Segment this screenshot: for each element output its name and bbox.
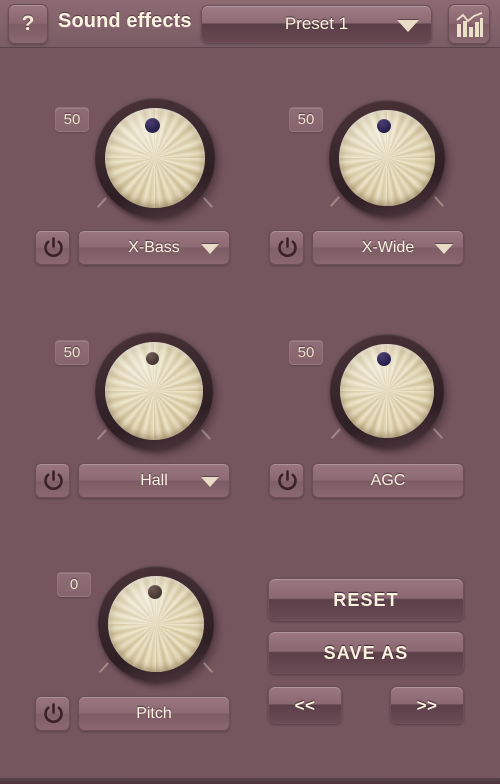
save-as-button-label: SAVE AS bbox=[323, 643, 409, 663]
chevron-down-icon bbox=[397, 20, 419, 32]
reset-button[interactable]: RESET bbox=[268, 578, 464, 621]
value-badge: 50 bbox=[289, 340, 323, 365]
knob-indicator-dot bbox=[148, 585, 162, 599]
power-toggle-pitch[interactable] bbox=[35, 696, 70, 731]
knob-tick-left bbox=[96, 197, 108, 208]
power-toggle-x-bass[interactable] bbox=[35, 230, 70, 265]
effect-name: AGC bbox=[370, 472, 406, 489]
knob-x-bass[interactable] bbox=[95, 98, 221, 224]
effect-select-agc[interactable]: AGC bbox=[312, 463, 464, 498]
effect-select-pitch[interactable]: Pitch bbox=[78, 696, 230, 731]
preset-dropdown[interactable]: Preset 1 bbox=[201, 5, 432, 43]
knob-pitch[interactable] bbox=[98, 566, 220, 688]
bottom-edge-strip bbox=[0, 778, 500, 784]
next-preset-label: >> bbox=[416, 696, 438, 715]
value-badge: 50 bbox=[55, 340, 89, 365]
page-title: Sound effects bbox=[58, 10, 192, 32]
value-badge: 50 bbox=[289, 107, 323, 132]
equalizer-button[interactable] bbox=[448, 4, 490, 44]
equalizer-chart-icon bbox=[456, 12, 483, 37]
previous-preset-label: << bbox=[294, 696, 316, 715]
effect-select-hall[interactable]: Hall bbox=[78, 463, 230, 498]
knob-indicator-dot bbox=[145, 118, 160, 133]
effect-name: Pitch bbox=[136, 705, 172, 722]
help-button[interactable]: ? bbox=[8, 4, 48, 44]
knob-indicator-dot bbox=[377, 352, 391, 366]
knob-indicator-dot bbox=[377, 119, 391, 133]
power-icon bbox=[44, 237, 63, 258]
knob-tick-left bbox=[98, 662, 110, 673]
power-icon bbox=[44, 470, 63, 491]
power-toggle-agc[interactable] bbox=[269, 463, 304, 498]
knob-hall[interactable] bbox=[95, 332, 219, 456]
chevron-down-icon bbox=[435, 244, 453, 254]
power-icon bbox=[278, 237, 297, 258]
next-preset-button[interactable]: >> bbox=[390, 686, 464, 724]
value-badge: 50 bbox=[55, 107, 89, 132]
knob-indicator-dot bbox=[146, 352, 159, 365]
reset-button-label: RESET bbox=[333, 590, 399, 610]
chevron-down-icon bbox=[201, 477, 219, 487]
knob-tick-left bbox=[96, 429, 108, 440]
question-mark-icon: ? bbox=[21, 12, 35, 35]
knob-agc[interactable] bbox=[330, 334, 450, 454]
knob-tick-left bbox=[329, 196, 341, 207]
value-badge: 0 bbox=[57, 572, 91, 597]
knob-tick-left bbox=[330, 428, 342, 439]
effect-select-x-bass[interactable]: X-Bass bbox=[78, 230, 230, 265]
power-toggle-hall[interactable] bbox=[35, 463, 70, 498]
app-header: ? Sound effects Preset 1 bbox=[0, 0, 500, 48]
knob-x-wide[interactable] bbox=[329, 100, 451, 222]
save-as-button[interactable]: SAVE AS bbox=[268, 631, 464, 674]
effect-select-x-wide[interactable]: X-Wide bbox=[312, 230, 464, 265]
previous-preset-button[interactable]: << bbox=[268, 686, 342, 724]
chevron-down-icon bbox=[201, 244, 219, 254]
power-icon bbox=[278, 470, 297, 491]
power-icon bbox=[44, 703, 63, 724]
power-toggle-x-wide[interactable] bbox=[269, 230, 304, 265]
